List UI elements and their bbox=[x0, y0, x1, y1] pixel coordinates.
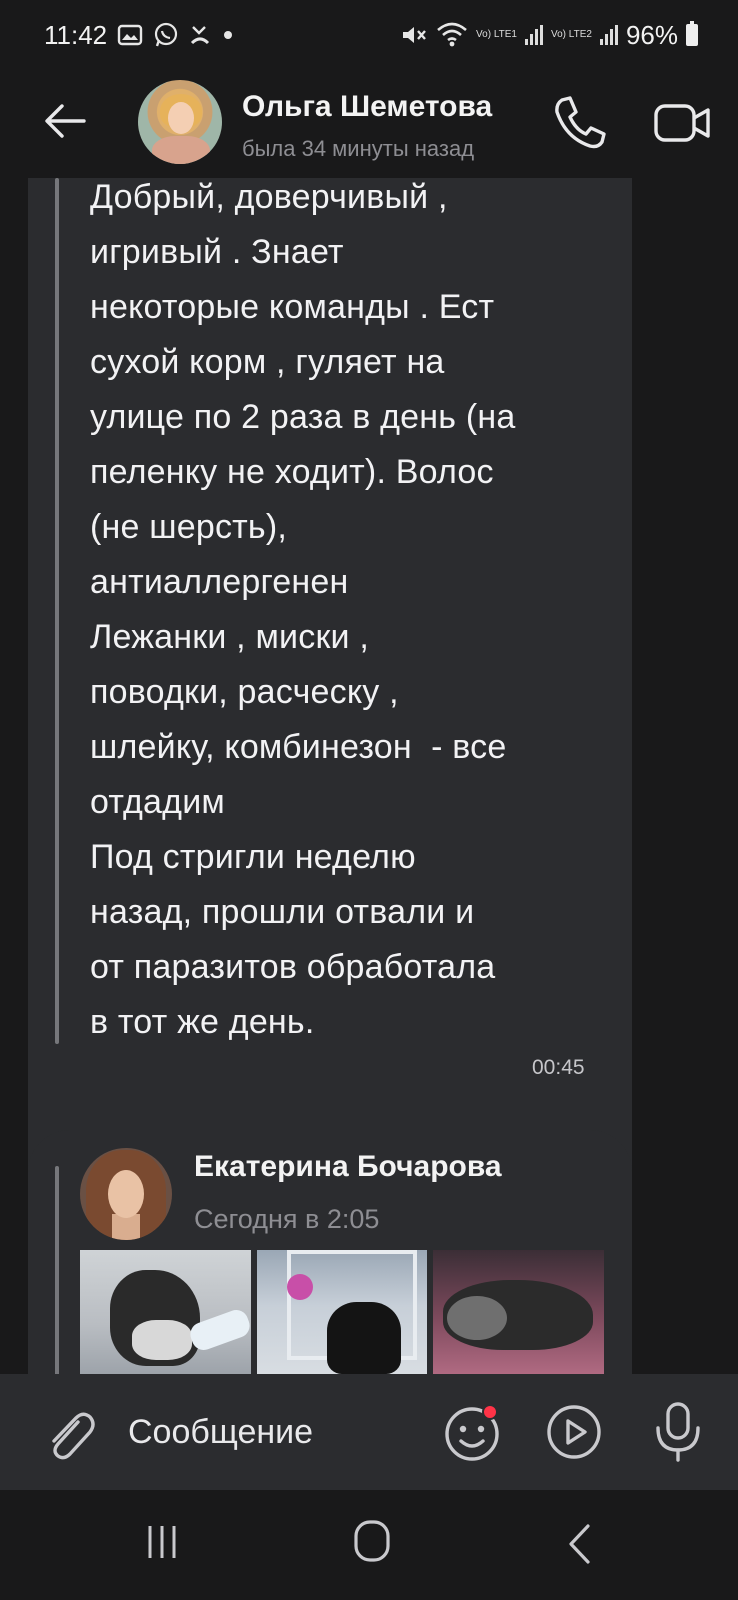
post-author-name[interactable]: Екатерина Бочарова bbox=[194, 1150, 502, 1184]
home-icon[interactable] bbox=[352, 1518, 392, 1564]
post-photos bbox=[80, 1250, 605, 1374]
back-icon[interactable] bbox=[566, 1522, 592, 1566]
clock: 11:42 bbox=[44, 19, 108, 50]
chat-header: Ольга Шеметова была 34 минуты назад bbox=[0, 70, 738, 178]
dot-icon bbox=[224, 31, 233, 39]
notification-dot bbox=[482, 1404, 498, 1420]
signal-lte1-icon bbox=[525, 25, 543, 45]
video-message-icon[interactable] bbox=[542, 1400, 606, 1464]
signal-lte2-icon bbox=[599, 25, 618, 45]
battery-icon bbox=[686, 21, 698, 46]
network-label-1: Vo) LTE1 bbox=[476, 29, 517, 40]
dog-photo-2[interactable] bbox=[256, 1250, 428, 1374]
message-input[interactable] bbox=[128, 1404, 408, 1460]
paperclip-icon[interactable] bbox=[38, 1404, 98, 1464]
back-arrow-icon[interactable] bbox=[40, 96, 90, 146]
chat-area[interactable]: Добрый, доверчивый , игривый . Знает нек… bbox=[0, 178, 738, 1374]
contact-avatar[interactable] bbox=[138, 80, 222, 164]
missed-call-icon bbox=[191, 26, 210, 45]
battery-percent: 96% bbox=[625, 19, 678, 50]
wifi-icon bbox=[437, 22, 467, 47]
quote-bar bbox=[55, 178, 59, 1044]
message-time: 00:45 bbox=[532, 1056, 585, 1079]
dog-photo-3[interactable] bbox=[433, 1250, 605, 1374]
contact-name[interactable]: Ольга Шеметова bbox=[242, 90, 492, 124]
status-bar: 11:42 Vo) LTE1 Vo) LTE2 96% bbox=[0, 0, 738, 70]
whatsapp-icon bbox=[155, 22, 178, 47]
video-camera-icon[interactable] bbox=[652, 96, 714, 150]
dog-photo-1[interactable] bbox=[80, 1250, 251, 1374]
recents-icon[interactable] bbox=[142, 1520, 182, 1564]
post-author-avatar[interactable] bbox=[80, 1148, 172, 1240]
message-input-bar bbox=[0, 1374, 738, 1490]
mute-icon bbox=[403, 27, 426, 43]
phone-icon[interactable] bbox=[548, 92, 610, 154]
quote-bar bbox=[55, 1166, 59, 1374]
system-nav-bar bbox=[0, 1490, 738, 1600]
network-label-2: Vo) LTE2 bbox=[551, 29, 592, 40]
post-date: Сегодня в 2:05 bbox=[194, 1204, 380, 1234]
microphone-icon[interactable] bbox=[646, 1398, 710, 1466]
gallery-icon bbox=[117, 24, 143, 46]
contact-last-seen: была 34 минуты назад bbox=[242, 136, 475, 161]
message-text: Добрый, доверчивый , игривый . Знает нек… bbox=[90, 178, 516, 1041]
